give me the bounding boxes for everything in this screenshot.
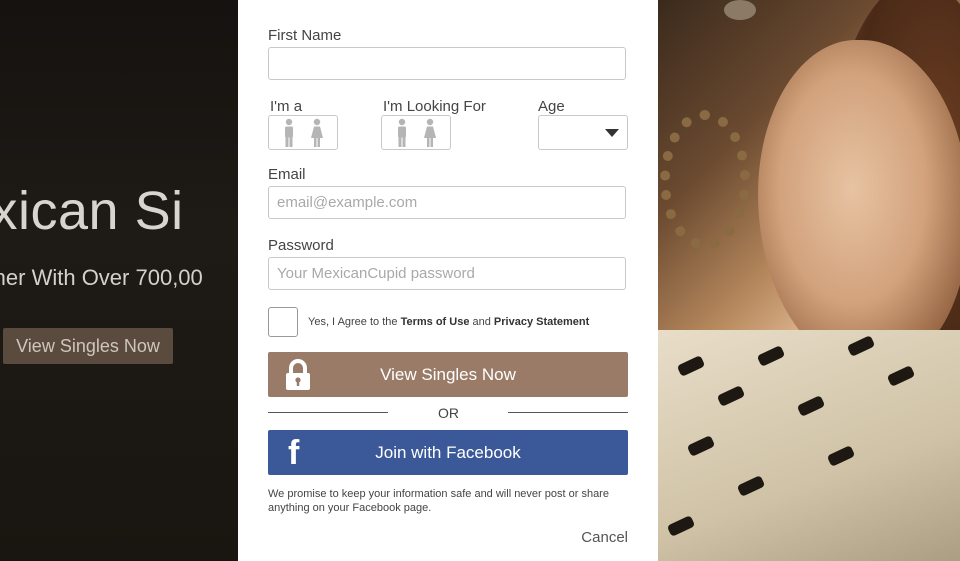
password-label: Password — [268, 237, 334, 254]
photo-dress — [658, 330, 960, 561]
looking-for-label: I'm Looking For — [383, 98, 486, 115]
email-input[interactable] — [268, 186, 626, 219]
first-name-label: First Name — [268, 27, 342, 44]
female-figure-icon[interactable] — [422, 118, 438, 148]
or-text: OR — [438, 405, 459, 421]
first-name-input[interactable] — [268, 47, 626, 80]
email-label: Email — [268, 166, 306, 183]
hero-photo — [658, 0, 960, 561]
lock-icon — [286, 359, 310, 390]
cancel-link[interactable]: Cancel — [581, 529, 628, 546]
privacy-promise-text: We promise to keep your information safe… — [268, 488, 609, 514]
hero-title: exican Si — [0, 181, 184, 241]
privacy-statement-link[interactable]: Privacy Statement — [494, 316, 589, 328]
hero-subtitle: artner With Over 700,00 — [0, 265, 203, 290]
or-divider-left — [268, 412, 388, 413]
password-input[interactable] — [268, 257, 626, 290]
view-singles-label: View Singles Now — [380, 364, 516, 384]
hero-view-singles-button[interactable]: View Singles Now — [3, 328, 173, 364]
or-divider-right — [508, 412, 628, 413]
chevron-down-icon — [605, 129, 619, 137]
photo-face — [758, 40, 960, 370]
age-select[interactable] — [538, 115, 628, 150]
terms-of-use-link[interactable]: Terms of Use — [401, 316, 470, 328]
agree-prefix: Yes, I Agree to the — [308, 316, 398, 328]
looking-for-gender-selector[interactable] — [381, 115, 451, 150]
im-a-label: I'm a — [270, 98, 303, 115]
photo-bracelet — [660, 110, 750, 250]
agree-text: Yes, I Agree to the Terms of Use and Pri… — [308, 316, 589, 328]
agree-checkbox[interactable] — [268, 307, 298, 337]
join-with-facebook-button[interactable]: f Join with Facebook — [268, 430, 628, 475]
male-figure-icon[interactable] — [281, 118, 297, 148]
facebook-button-label: Join with Facebook — [375, 442, 521, 462]
signup-modal: First Name I'm a I'm Looking For Age Ema… — [238, 0, 658, 561]
im-a-gender-selector[interactable] — [268, 115, 338, 150]
age-label: Age — [538, 98, 565, 115]
male-figure-icon[interactable] — [394, 118, 410, 148]
facebook-f-icon: f — [288, 434, 300, 472]
photo-ring — [724, 0, 756, 20]
view-singles-button[interactable]: View Singles Now — [268, 352, 628, 397]
agree-and: and — [472, 316, 491, 328]
hero-background: exican Si artner With Over 700,00 View S… — [0, 0, 238, 561]
female-figure-icon[interactable] — [309, 118, 325, 148]
